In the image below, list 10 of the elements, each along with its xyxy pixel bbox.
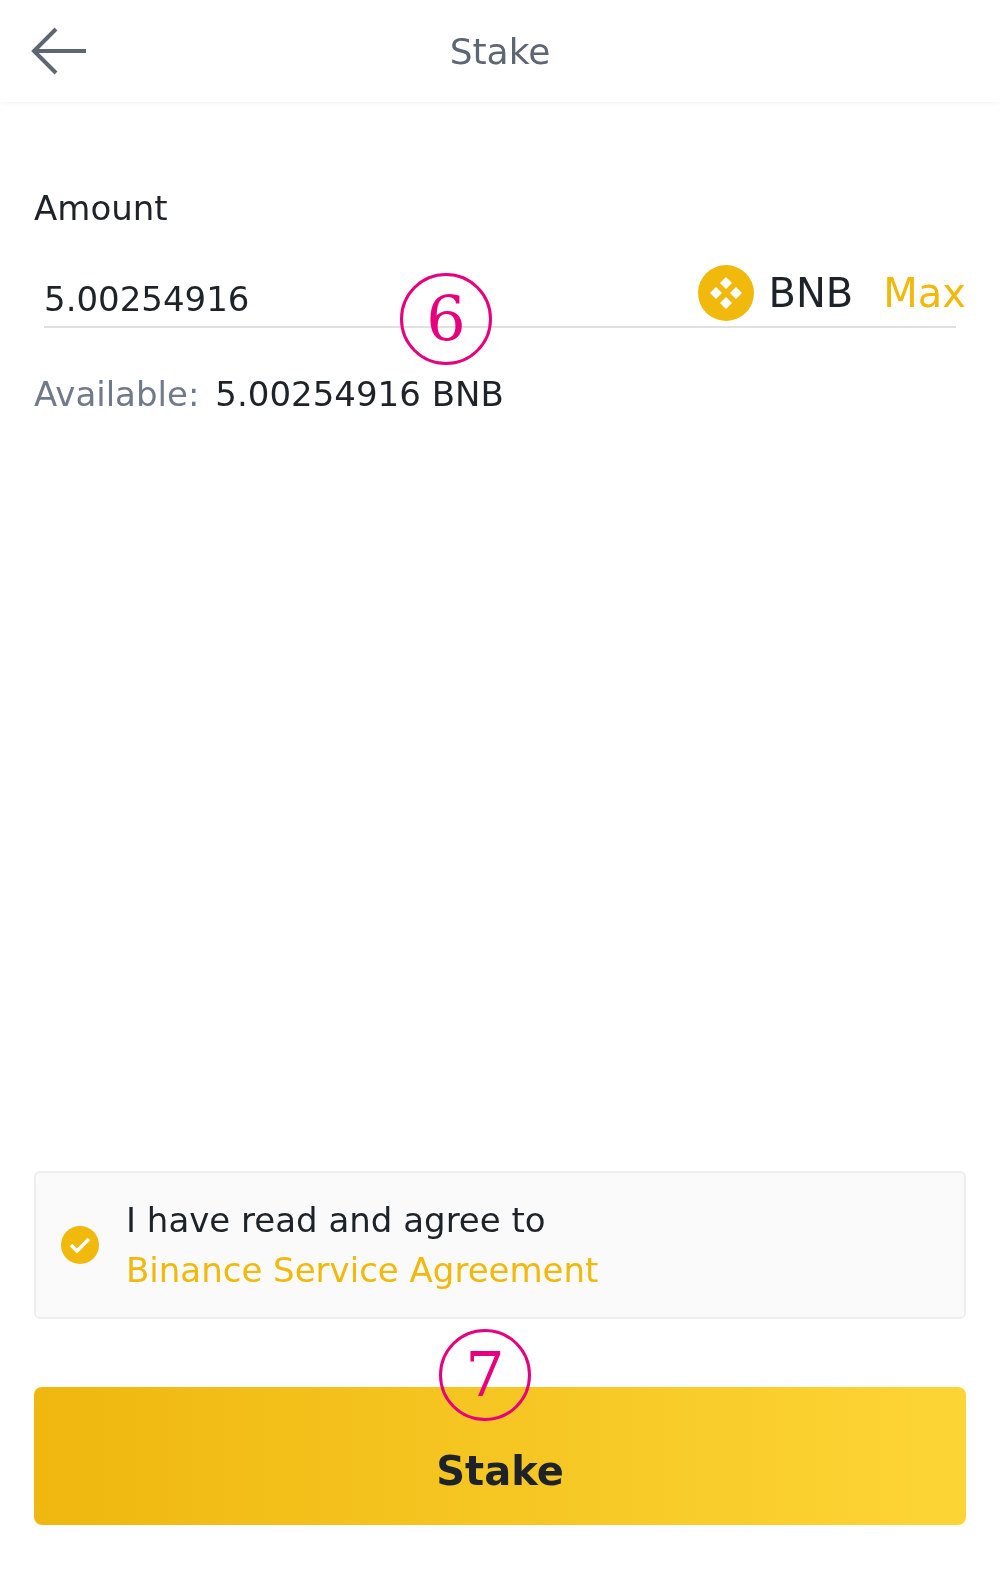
agreement-checkbox[interactable] (60, 1225, 100, 1265)
available-label: Available: (34, 374, 200, 414)
currency-label: BNB (768, 270, 854, 316)
amount-label: Amount (34, 188, 169, 228)
page-title: Stake (449, 30, 551, 72)
agreement-text: I have read and agree to Binance Service Agreement (126, 1199, 600, 1292)
available-value: 5.00254916 BNB (215, 374, 504, 414)
annotation-marker: 6 (400, 273, 492, 365)
coin-icon (698, 265, 755, 321)
back-arrow-icon[interactable] (30, 26, 88, 76)
